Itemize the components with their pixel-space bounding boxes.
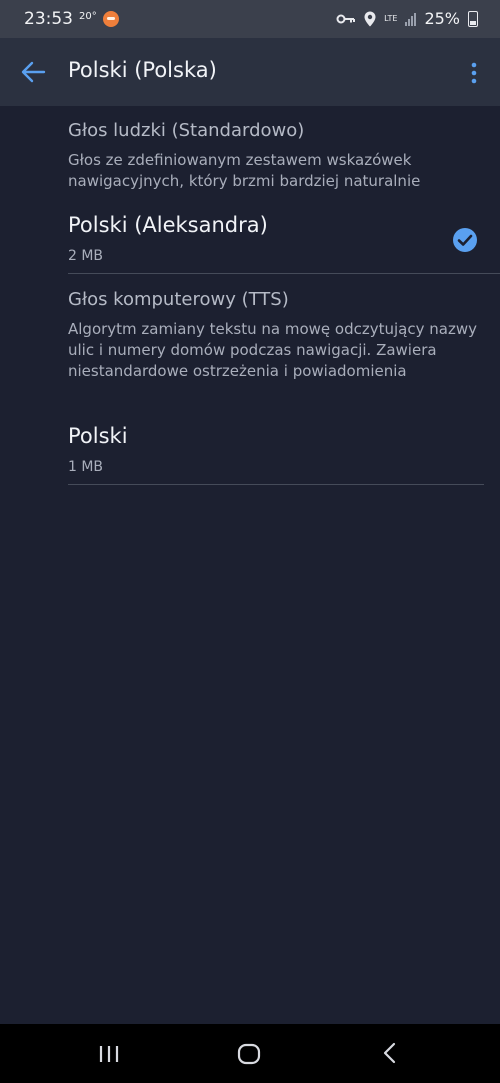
- status-right: LTE 25%: [336, 9, 478, 28]
- section-title-computer-voice: Głos komputerowy (TTS): [68, 289, 289, 310]
- check-circle-icon: [453, 228, 477, 252]
- battery-percent: 25%: [424, 9, 460, 28]
- section-description-human-voice: Głos ze zdefiniowanym zestawem wskazówek…: [68, 151, 421, 190]
- network-type-label: LTE: [384, 13, 398, 23]
- battery-icon: [468, 10, 478, 27]
- more-vert-icon[interactable]: [468, 62, 480, 84]
- voice-item-size: 1 MB: [68, 459, 104, 475]
- notification-app-icon: [102, 11, 119, 27]
- status-time: 23:53: [24, 9, 73, 29]
- app-bar: Polski (Polska): [0, 38, 500, 106]
- voice-item-size: 2 MB: [68, 248, 104, 264]
- voice-item-name: Polski: [68, 424, 128, 448]
- system-nav-bar: [0, 1024, 500, 1083]
- divider: [68, 484, 484, 485]
- status-bar: 23:53 20° LTE 25%: [0, 0, 500, 38]
- signal-icon: [405, 12, 417, 26]
- home-icon[interactable]: [237, 1043, 261, 1065]
- vpn-key-icon: [336, 14, 356, 23]
- system-back-icon[interactable]: [381, 1042, 399, 1064]
- location-icon: [364, 11, 376, 26]
- arrow-left-icon[interactable]: [20, 60, 46, 84]
- section-description-computer-voice: Algorytm zamiany tekstu na mowę odczytuj…: [68, 320, 477, 380]
- page-title: Polski (Polska): [68, 58, 217, 82]
- section-title-human-voice: Głos ludzki (Standardowo): [68, 120, 305, 141]
- voice-item-name: Polski (Aleksandra): [68, 213, 268, 237]
- status-left: 23:53 20°: [24, 9, 119, 29]
- divider: [68, 273, 500, 274]
- status-temperature: 20°: [79, 10, 97, 22]
- recent-apps-icon[interactable]: [98, 1045, 120, 1063]
